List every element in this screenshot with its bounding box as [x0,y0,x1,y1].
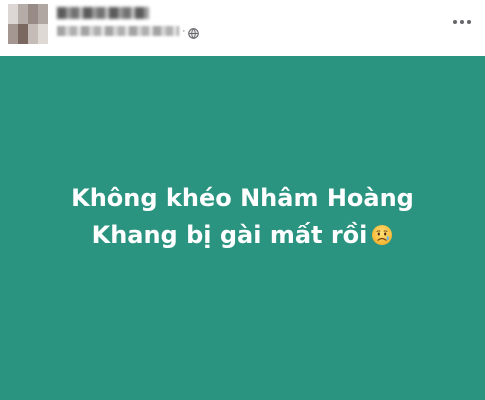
post-timestamp-blurred[interactable] [57,26,179,36]
meta-separator: · [182,25,186,37]
post-meta: · [57,24,199,39]
sad-but-relieved-face-icon [371,220,393,245]
status-line-1: Không khéo Nhâm Hoàng [71,183,414,212]
more-horizontal-icon [453,20,471,24]
post-header: · [0,0,485,56]
globe-icon[interactable] [187,26,199,39]
author-name-blurred[interactable] [57,7,149,19]
author-avatar[interactable] [8,4,48,44]
status-text: Không khéo Nhâm Hoàng Khang bị gài mất r… [43,180,443,254]
status-line-2: Khang bị gài mất rồi [43,217,443,254]
facebook-post: · Không khéo Nhâm Hoàng Khang bị gài mất… [0,0,485,400]
more-options-button[interactable] [445,10,479,34]
status-line-2-text: Khang bị gài mất rồi [91,220,368,249]
status-background: Không khéo Nhâm Hoàng Khang bị gài mất r… [0,56,485,400]
